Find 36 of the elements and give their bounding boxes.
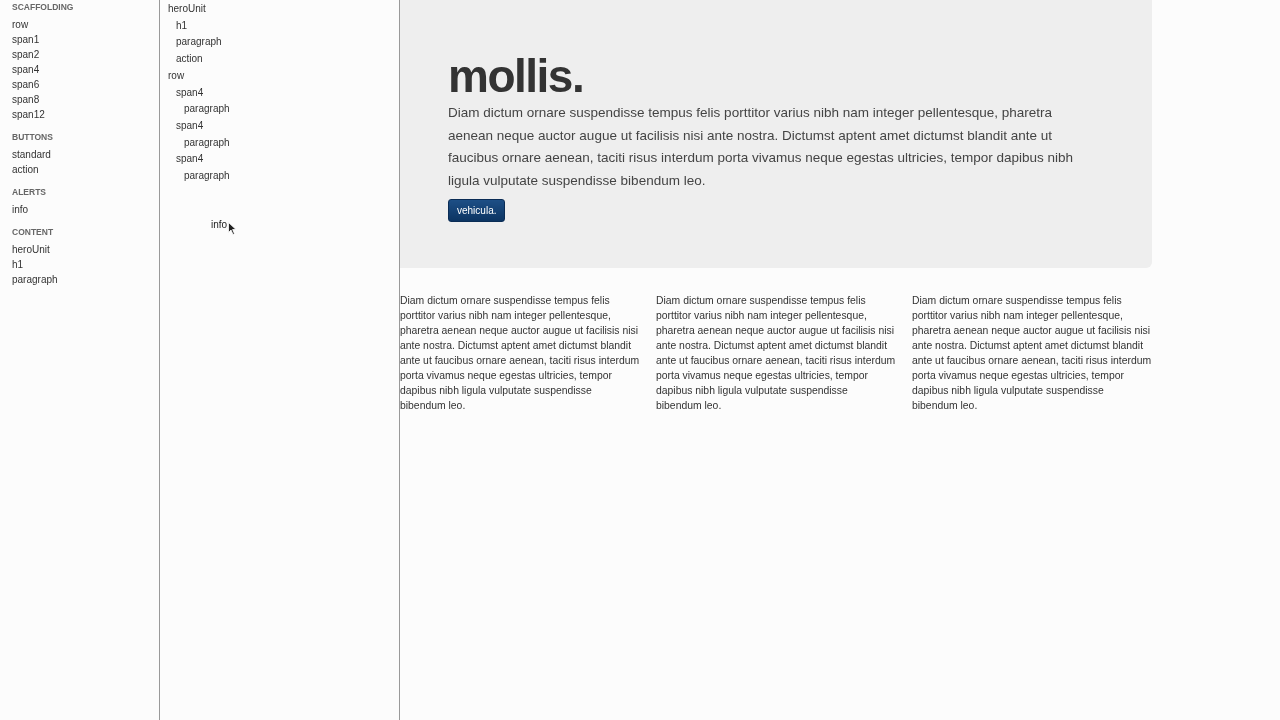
cursor-icon: [228, 222, 237, 235]
action-button[interactable]: vehicula.: [448, 199, 506, 222]
hero-heading: mollis.: [448, 50, 584, 102]
palette-item[interactable]: h1: [12, 257, 24, 272]
palette-item[interactable]: span12: [12, 107, 45, 122]
palette-item[interactable]: span6: [12, 77, 40, 92]
palette-item[interactable]: row: [12, 17, 29, 32]
tree-node[interactable]: paragraph: [184, 134, 230, 152]
section-heading: SCAFFOLDING: [12, 2, 74, 12]
palette-item[interactable]: heroUnit: [12, 242, 50, 257]
dragged-item: info: [211, 219, 228, 230]
tree-node[interactable]: span4: [176, 117, 204, 135]
palette-item[interactable]: standard: [12, 147, 51, 162]
column-paragraph: Diam dictum ornare suspendisse tempus felis porttitor varius nibh nam integer pellentesque, pharetra aenean neque auctor augue ut facilisis nisi ante nostra. Dictumst aptent amet dictumst blandit ante ut faucibus ornare aenean, taciti risus interdum porta vivamus neque egestas ultricies, tempor dapibus nibh ligula vulputate suspendisse bibendum leo.: [912, 294, 1152, 413]
tree-node[interactable]: heroUnit: [168, 1, 206, 18]
section-heading: CONTENT: [12, 227, 54, 237]
section-heading: BUTTONS: [12, 132, 53, 142]
palette-item[interactable]: span4: [12, 62, 40, 77]
palette-item[interactable]: action: [12, 162, 39, 177]
hero-paragraph: Diam dictum ornare suspendisse tempus felis porttitor varius nibh nam integer pellentesque, pharetra aenean neque auctor augue ut facilisis nisi ante nostra. Dictumst aptent amet dictumst blandit ante ut faucibus ornare aenean, taciti risus interdum porta vivamus neque egestas ultricies, tempor dapibus nibh ligula vulputate suspendisse bibendum leo.: [448, 104, 1075, 190]
palette-item[interactable]: span2: [12, 47, 40, 62]
tree-node[interactable]: paragraph: [184, 168, 230, 185]
tree-node[interactable]: paragraph: [184, 101, 230, 118]
palette-item[interactable]: span8: [12, 92, 40, 107]
tree-node[interactable]: action: [176, 51, 203, 68]
tree-node[interactable]: paragraph: [176, 34, 222, 52]
palette-item[interactable]: info: [12, 202, 29, 217]
column-paragraph: Diam dictum ornare suspendisse tempus felis porttitor varius nibh nam integer pellentesque, pharetra aenean neque auctor augue ut facilisis nisi ante nostra. Dictumst aptent amet dictumst blandit ante ut faucibus ornare aenean, taciti risus interdum porta vivamus neque egestas ultricies, tempor dapibus nibh ligula vulputate suspendisse bibendum leo.: [400, 294, 640, 413]
section-heading: ALERTS: [12, 187, 46, 197]
tree-node[interactable]: span4: [176, 84, 204, 102]
tree-node[interactable]: span4: [176, 151, 204, 169]
tree-node[interactable]: h1: [176, 17, 188, 35]
palette-item[interactable]: paragraph: [12, 272, 58, 287]
tree-node[interactable]: row: [168, 67, 185, 85]
palette-item[interactable]: span1: [12, 32, 40, 47]
column-paragraph: Diam dictum ornare suspendisse tempus felis porttitor varius nibh nam integer pellentesque, pharetra aenean neque auctor augue ut facilisis nisi ante nostra. Dictumst aptent amet dictumst blandit ante ut faucibus ornare aenean, taciti risus interdum porta vivamus neque egestas ultricies, tempor dapibus nibh ligula vulputate suspendisse bibendum leo.: [656, 294, 896, 413]
